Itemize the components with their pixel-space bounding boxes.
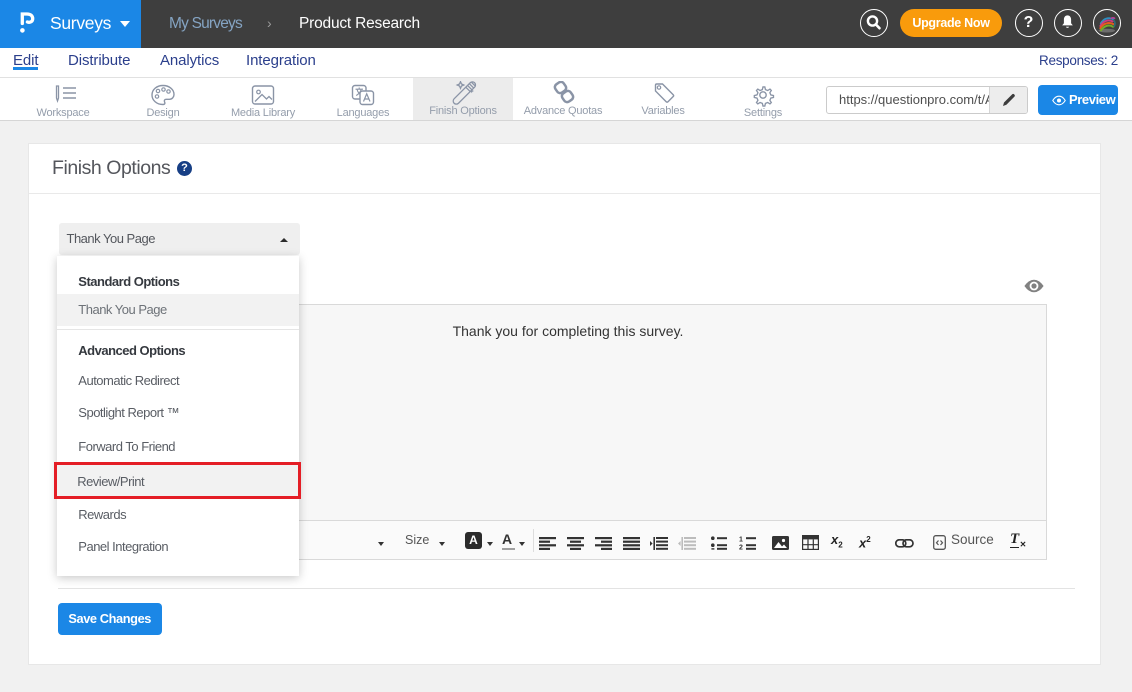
svg-text:2: 2 <box>739 545 743 552</box>
svg-text:1: 1 <box>739 537 743 544</box>
